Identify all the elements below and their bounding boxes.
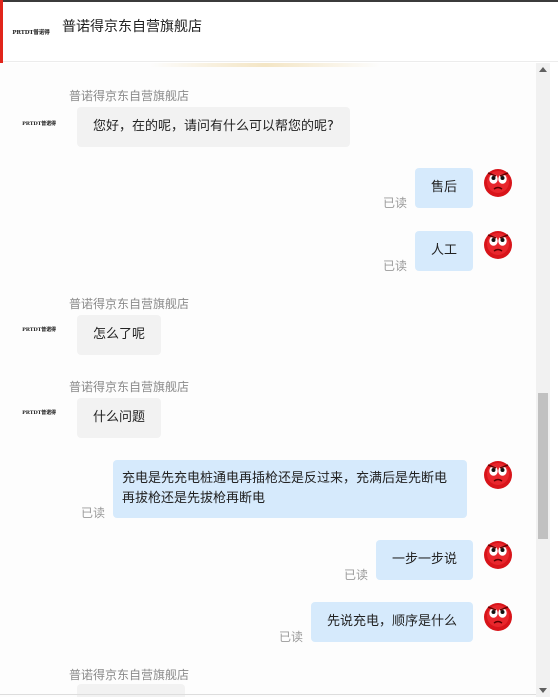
shop-logo[interactable]: PRTDT普诺得: [10, 12, 52, 52]
chat-bottom-divider: [0, 694, 536, 695]
shop-sender-name: 普诺得京东自营旗舰店: [69, 380, 190, 394]
read-status: 已读: [383, 259, 408, 273]
shop-message-bubble: 什么问题: [77, 398, 162, 438]
partial-previous-message: [150, 63, 380, 67]
shop-avatar[interactable]: PRTDT普诺得: [20, 113, 58, 133]
read-status: 已读: [344, 568, 369, 582]
window-right-edge: [550, 63, 558, 697]
shop-avatar-text: PRTDT普诺得: [22, 326, 56, 333]
vertical-scrollbar[interactable]: [536, 63, 550, 697]
shop-avatar[interactable]: PRTDT普诺得: [20, 402, 58, 422]
shop-message-bubble-partial: [77, 684, 185, 697]
shop-avatar-text: PRTDT普诺得: [22, 120, 56, 127]
shop-message-bubble: 您好，在的呢，请问有什么可以帮您的呢?: [77, 107, 350, 147]
shop-logo-text: PRTDT普诺得: [12, 30, 50, 36]
shop-message-bubble: 怎么了呢: [77, 315, 162, 355]
shop-sender-name: 普诺得京东自营旗舰店: [69, 297, 190, 311]
scroll-down-arrow-icon[interactable]: [539, 688, 547, 693]
scrollbar-thumb[interactable]: [538, 393, 548, 539]
user-message-bubble: 一步一步说: [376, 540, 474, 580]
read-status: 已读: [81, 506, 106, 520]
red-angry-face-icon[interactable]: [483, 168, 513, 198]
read-status: 已读: [383, 196, 408, 210]
red-angry-face-icon[interactable]: [483, 540, 513, 570]
message-list[interactable]: 普诺得京东自营旗舰店 PRTDT普诺得 您好，在的呢，请问有什么可以帮您的呢? …: [0, 63, 536, 697]
user-message-bubble: 充电是先充电桩通电再插枪还是反过来，充满后是先断电再拔枪还是先拔枪再断电: [113, 460, 467, 518]
user-message-bubble: 售后: [415, 168, 474, 208]
shop-sender-name: 普诺得京东自营旗舰店: [69, 89, 190, 103]
red-angry-face-icon[interactable]: [483, 460, 513, 490]
user-message-bubble: 人工: [415, 231, 474, 271]
red-angry-face-icon[interactable]: [483, 602, 513, 632]
chat-window: PRTDT普诺得 普诺得京东自营旗舰店 普诺得京东自营旗舰店 PRTDT普诺得 …: [0, 0, 558, 697]
user-message-bubble: 先说充电，顺序是什么: [311, 602, 474, 642]
red-angry-face-icon[interactable]: [483, 230, 513, 260]
shop-title[interactable]: 普诺得京东自营旗舰店: [62, 16, 202, 36]
shop-avatar-text: PRTDT普诺得: [22, 409, 56, 416]
read-status: 已读: [279, 630, 304, 644]
scroll-up-arrow-icon[interactable]: [539, 67, 547, 72]
shop-avatar[interactable]: PRTDT普诺得: [20, 319, 58, 339]
shop-sender-name: 普诺得京东自营旗舰店: [69, 668, 190, 682]
chat-header: PRTDT普诺得 普诺得京东自营旗舰店: [0, 2, 558, 62]
